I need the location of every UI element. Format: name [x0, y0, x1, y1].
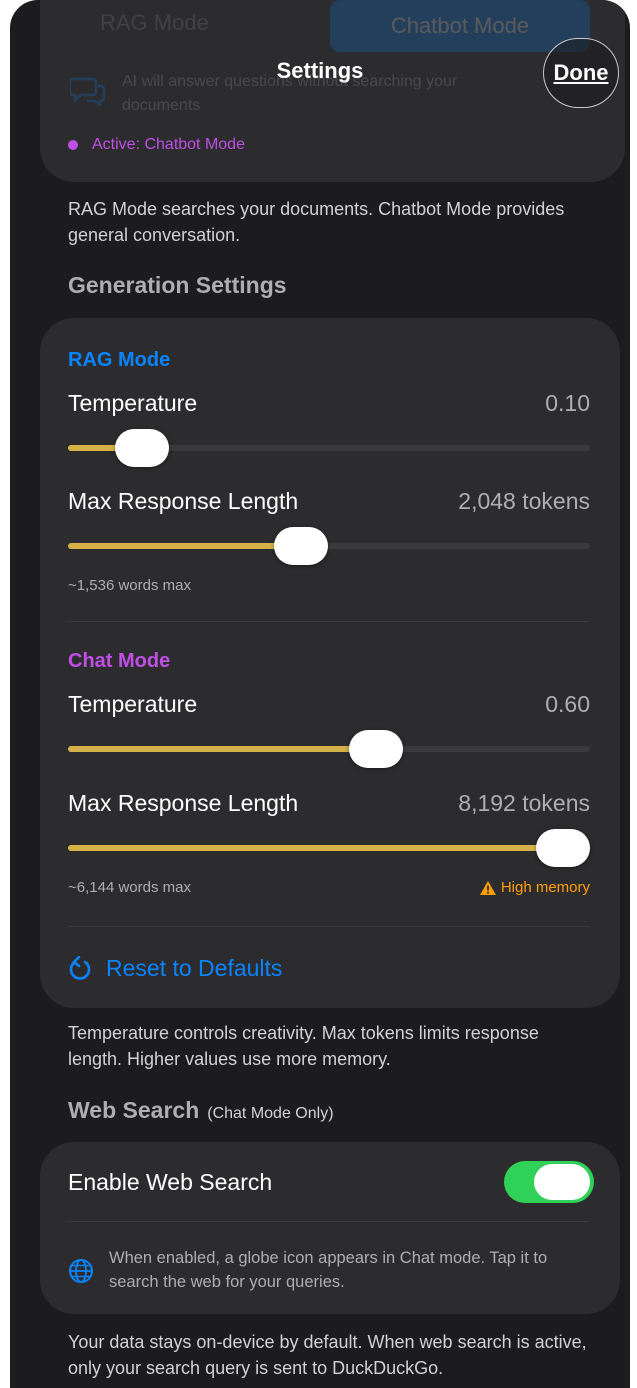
slider-thumb[interactable]: [114, 429, 169, 467]
mode-segmented-control: RAG Mode Chatbot Mode: [40, 0, 625, 52]
slider-fill: [68, 543, 301, 549]
rag-words-hint: ~1,536 words max: [68, 577, 191, 594]
web-search-toggle[interactable]: [504, 1161, 594, 1203]
web-search-info-text: When enabled, a globe icon appears in Ch…: [109, 1249, 548, 1291]
web-search-subtitle: (Chat Mode Only): [207, 1105, 334, 1122]
mode-selection-card: RAG Mode Chatbot Mode AI will answer que…: [40, 0, 625, 182]
high-memory-warning: High memory: [479, 879, 590, 896]
mode-footnote: RAG Mode searches your documents. Chatbo…: [68, 199, 565, 245]
slider-fill: [68, 746, 376, 752]
generation-settings-card: RAG Mode Temperature 0.10 Max Response L…: [40, 318, 620, 1008]
web-search-card: Enable Web Search When enabled, a globe …: [40, 1142, 620, 1314]
chat-words-hint: ~6,144 words max: [68, 879, 191, 896]
toggle-knob: [534, 1164, 590, 1200]
rag-max-length-slider[interactable]: [68, 524, 590, 568]
slider-thumb[interactable]: [536, 829, 590, 867]
slider-fill: [68, 845, 563, 851]
chat-max-length-value: 8,192 tokens: [458, 790, 590, 816]
segment-rag-mode[interactable]: RAG Mode: [100, 10, 209, 36]
slider-thumb[interactable]: [348, 730, 403, 768]
rag-max-length-value: 2,048 tokens: [458, 488, 590, 514]
rag-temperature-label: Temperature: [68, 390, 198, 416]
high-memory-text: High memory: [500, 879, 590, 896]
web-search-title: Web Search: [68, 1097, 200, 1123]
warning-triangle-icon: [479, 880, 496, 895]
privacy-footnote: Your data stays on-device by default. Wh…: [68, 1332, 587, 1378]
reset-defaults-button[interactable]: Reset to Defaults: [68, 955, 282, 982]
reset-defaults-label: Reset to Defaults: [106, 955, 283, 981]
divider: [68, 926, 590, 927]
chat-max-length-label: Max Response Length: [68, 790, 299, 816]
web-search-header: Web Search (Chat Mode Only): [68, 1097, 334, 1124]
rag-max-length-label: Max Response Length: [68, 488, 299, 514]
generation-settings-header: Generation Settings: [68, 272, 287, 298]
rag-temperature-slider[interactable]: [68, 426, 590, 470]
active-status-dot: [68, 140, 78, 150]
divider: [68, 1221, 590, 1222]
reset-arrow-icon: [69, 955, 91, 980]
divider: [68, 621, 590, 622]
rag-mode-label: RAG Mode: [68, 349, 171, 371]
chat-mode-label: Chat Mode: [68, 650, 171, 672]
page-title: Settings: [276, 58, 364, 83]
active-mode-status: Active: Chatbot Mode: [68, 136, 245, 154]
rag-temperature-value: 0.10: [545, 390, 590, 416]
active-status-text: Active: Chatbot Mode: [92, 136, 245, 153]
slider-thumb[interactable]: [273, 527, 328, 565]
globe-icon: [69, 1259, 93, 1283]
generation-footnote: Temperature controls creativity. Max tok…: [68, 1023, 539, 1069]
chat-temperature-slider[interactable]: [68, 727, 590, 771]
segment-chatbot-mode[interactable]: Chatbot Mode: [330, 0, 590, 52]
chat-max-length-slider[interactable]: [68, 826, 590, 870]
enable-web-search-label: Enable Web Search: [68, 1169, 273, 1195]
chat-temperature-value: 0.60: [545, 691, 590, 717]
done-button[interactable]: Done: [543, 38, 619, 108]
chat-temperature-label: Temperature: [68, 691, 198, 717]
settings-sheet: RAG Mode Chatbot Mode AI will answer que…: [10, 0, 630, 1388]
